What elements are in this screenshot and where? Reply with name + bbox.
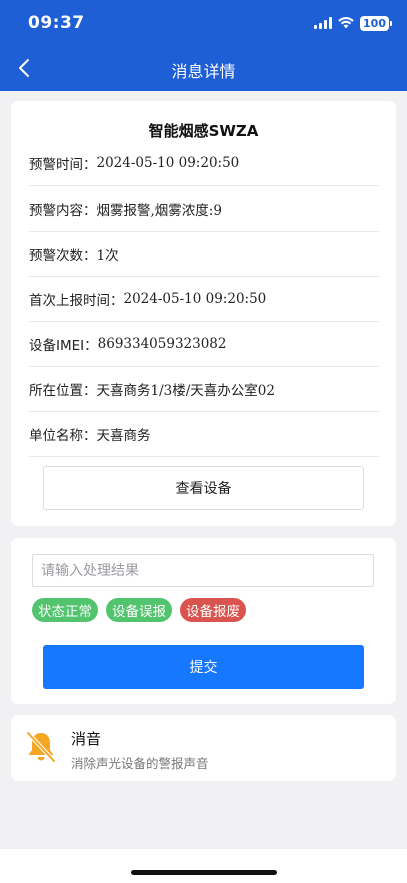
row-value: 天喜商务 xyxy=(96,428,151,444)
row-unit-name: 单位名称： 天喜商务 xyxy=(29,412,379,457)
row-value: 2024-05-10 09:20:50 xyxy=(123,291,267,307)
row-alert-content: 预警内容： 烟雾报警,烟雾浓度:9 xyxy=(29,187,379,232)
row-alert-time: 预警时间： 2024-05-10 09:20:50 xyxy=(29,141,379,186)
row-label: 单位名称： xyxy=(29,428,97,444)
bottom-safe-area xyxy=(0,849,407,883)
row-label: 设备IMEI： xyxy=(29,338,98,354)
row-label: 所在位置： xyxy=(29,383,97,399)
view-device-button[interactable]: 查看设备 xyxy=(43,466,364,510)
mute-subtitle: 消除声光设备的警报声音 xyxy=(71,756,209,771)
submit-button[interactable]: 提交 xyxy=(43,645,364,689)
row-value: 天喜商务1/3楼/天喜办公室02 xyxy=(96,383,275,399)
nav-bar: 消息详情 xyxy=(0,46,407,91)
battery-icon: 100 xyxy=(360,15,392,31)
status-icons: 100 xyxy=(314,15,392,31)
home-indicator xyxy=(131,870,277,875)
row-value: 1次 xyxy=(96,248,119,264)
process-result-input[interactable] xyxy=(32,554,374,587)
quick-tags: 状态正常 设备误报 设备报废 xyxy=(32,598,246,622)
header: 09:37 100 消息详情 xyxy=(0,0,407,91)
row-location: 所在位置： 天喜商务1/3楼/天喜办公室02 xyxy=(29,367,379,412)
row-value: 869334059323082 xyxy=(97,336,227,352)
bell-off-icon xyxy=(26,731,56,763)
mute-card[interactable]: 消音 消除声光设备的警报声音 xyxy=(11,715,396,781)
row-label: 预警时间： xyxy=(29,157,97,173)
row-alert-count: 预警次数： 1次 xyxy=(29,232,379,277)
process-card: 状态正常 设备误报 设备报废 提交 xyxy=(11,538,396,704)
tag-status-normal[interactable]: 状态正常 xyxy=(32,598,98,622)
row-label: 预警次数： xyxy=(29,248,97,264)
status-time: 09:37 xyxy=(28,13,85,33)
status-bar: 09:37 100 xyxy=(0,0,407,46)
wifi-icon xyxy=(338,17,354,29)
row-value: 2024-05-10 09:20:50 xyxy=(96,155,240,171)
device-title: 智能烟感SWZA xyxy=(148,122,259,140)
mute-title: 消音 xyxy=(71,730,102,748)
tag-device-scrapped[interactable]: 设备报废 xyxy=(180,598,246,622)
row-device-imei: 设备IMEI： 869334059323082 xyxy=(29,322,379,367)
row-label: 首次上报时间： xyxy=(29,293,124,309)
detail-card: 智能烟感SWZA 预警时间： 2024-05-10 09:20:50 预警内容：… xyxy=(11,101,396,526)
row-value: 烟雾报警,烟雾浓度:9 xyxy=(96,203,222,219)
row-first-report-time: 首次上报时间： 2024-05-10 09:20:50 xyxy=(29,277,379,322)
signal-icon xyxy=(314,17,333,29)
tag-false-alarm[interactable]: 设备误报 xyxy=(106,598,172,622)
row-label: 预警内容： xyxy=(29,203,97,219)
page-title: 消息详情 xyxy=(171,62,236,81)
